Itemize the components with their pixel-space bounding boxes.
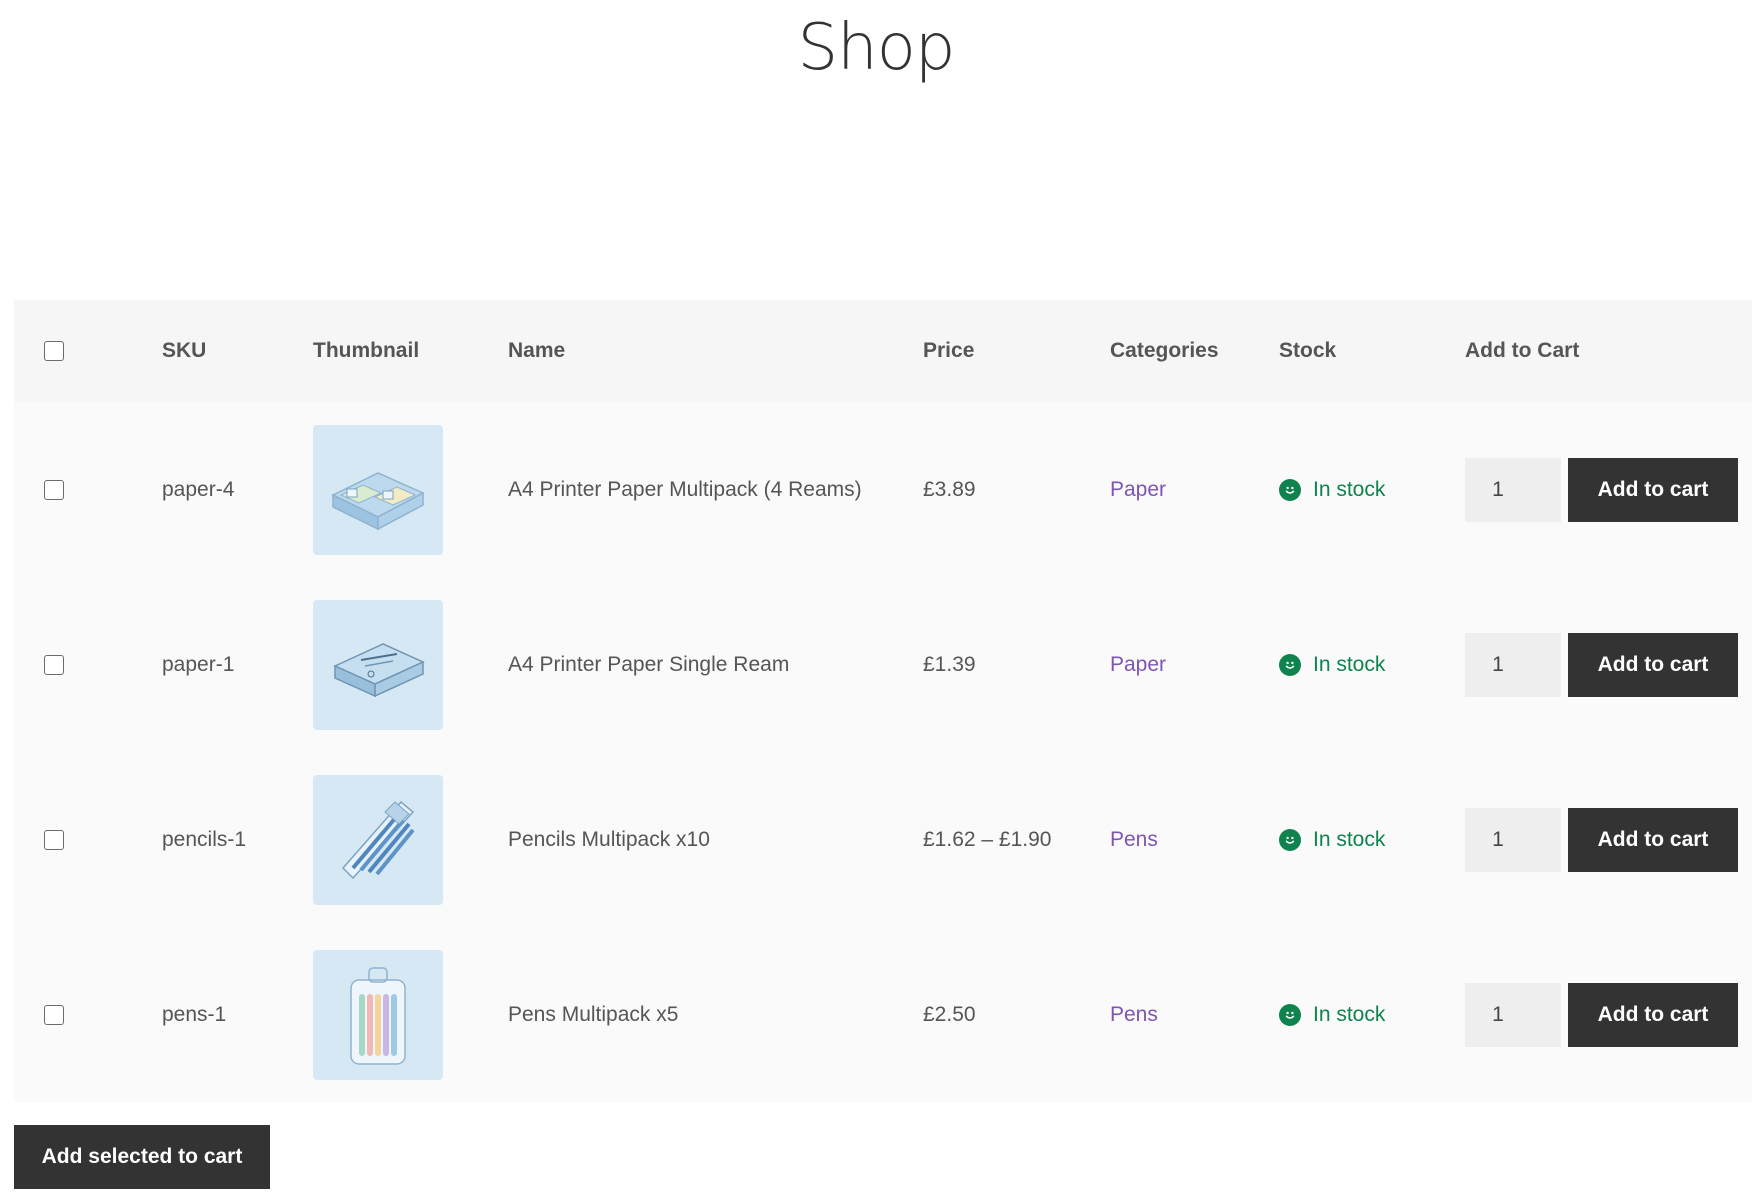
category-link[interactable]: Pens — [1110, 1003, 1158, 1026]
cart-controls: Add to cart — [1465, 632, 1752, 697]
product-thumbnail-cell — [313, 927, 508, 1102]
row-select-cell — [14, 402, 162, 577]
table-header-row: SKU Thumbnail Name Price Categories Stoc… — [14, 300, 1752, 402]
product-table-container: SKU Thumbnail Name Price Categories Stoc… — [14, 300, 1752, 1102]
product-thumbnail-cell — [313, 402, 508, 577]
table-row: paper-4 A4 Printer Paper Multipack (4 Re… — [14, 402, 1752, 577]
pencils-pack-icon[interactable] — [313, 774, 443, 905]
category-link[interactable]: Paper — [1110, 478, 1166, 501]
product-sku: paper-4 — [162, 477, 235, 501]
product-price: £1.39 — [923, 652, 976, 676]
row-select-checkbox[interactable] — [44, 1004, 64, 1025]
row-select-cell — [14, 927, 162, 1102]
add-to-cart-cell: Add to cart — [1465, 402, 1752, 577]
header-price: Price — [923, 339, 975, 362]
table-row: pencils-1 Pencils Multipack x10 £1.62 – … — [14, 752, 1752, 927]
quantity-input[interactable] — [1465, 982, 1561, 1047]
stock-label: In stock — [1313, 652, 1386, 676]
smiley-icon — [1279, 478, 1301, 501]
stock-label: In stock — [1313, 1002, 1386, 1026]
header-sku: SKU — [162, 339, 207, 362]
row-select-cell — [14, 752, 162, 927]
product-sku: paper-1 — [162, 652, 235, 676]
cart-controls: Add to cart — [1465, 807, 1752, 872]
stock-label: In stock — [1313, 477, 1386, 501]
product-stock-cell: In stock — [1279, 402, 1465, 577]
quantity-input[interactable] — [1465, 457, 1561, 522]
product-stock-cell: In stock — [1279, 927, 1465, 1102]
smiley-icon — [1279, 828, 1301, 851]
add-to-cart-cell: Add to cart — [1465, 577, 1752, 752]
smiley-icon — [1279, 1003, 1301, 1026]
header-add-to-cart: Add to Cart — [1465, 339, 1580, 362]
row-select-cell — [14, 577, 162, 752]
product-stock-cell: In stock — [1279, 577, 1465, 752]
page-title: Shop — [797, 11, 956, 85]
product-category-cell: Pens — [1110, 752, 1279, 927]
product-name[interactable]: Pens Multipack x5 — [508, 927, 923, 1102]
stock-status: In stock — [1279, 653, 1465, 677]
table-row: paper-1 A4 Printer Paper Single Ream £1.… — [14, 577, 1752, 752]
product-price: £1.62 – £1.90 — [923, 827, 1052, 851]
product-sku: pencils-1 — [162, 827, 247, 851]
product-thumbnail-cell — [313, 752, 508, 927]
quantity-input[interactable] — [1465, 807, 1561, 872]
add-to-cart-button[interactable]: Add to cart — [1568, 632, 1738, 697]
stock-label: In stock — [1313, 827, 1386, 851]
product-price: £2.50 — [923, 1002, 976, 1026]
quantity-input[interactable] — [1465, 632, 1561, 697]
cart-controls: Add to cart — [1465, 982, 1752, 1047]
header-name: Name — [508, 339, 566, 362]
header-thumbnail: Thumbnail — [313, 339, 420, 362]
add-to-cart-cell: Add to cart — [1465, 752, 1752, 927]
pens-pack-icon[interactable] — [313, 949, 443, 1080]
header-select-cell — [14, 300, 162, 402]
header-categories: Categories — [1110, 339, 1219, 362]
product-category-cell: Paper — [1110, 402, 1279, 577]
product-name[interactable]: A4 Printer Paper Single Ream — [508, 577, 923, 752]
product-category-cell: Paper — [1110, 577, 1279, 752]
smiley-icon — [1279, 653, 1301, 676]
product-sku: pens-1 — [162, 1002, 227, 1026]
product-table: SKU Thumbnail Name Price Categories Stoc… — [14, 300, 1752, 1102]
row-select-checkbox[interactable] — [44, 829, 64, 850]
product-name[interactable]: Pencils Multipack x10 — [508, 752, 923, 927]
category-link[interactable]: Paper — [1110, 653, 1166, 676]
cart-controls: Add to cart — [1465, 457, 1752, 522]
add-to-cart-button[interactable]: Add to cart — [1568, 807, 1738, 872]
add-to-cart-button[interactable]: Add to cart — [1568, 457, 1738, 522]
add-to-cart-cell: Add to cart — [1465, 927, 1752, 1102]
stock-status: In stock — [1279, 1003, 1465, 1027]
product-name[interactable]: A4 Printer Paper Multipack (4 Reams) — [508, 402, 923, 577]
select-all-checkbox[interactable] — [44, 341, 64, 362]
add-to-cart-button[interactable]: Add to cart — [1568, 982, 1738, 1047]
paper-ream-icon[interactable] — [313, 599, 443, 730]
header-stock: Stock — [1279, 339, 1337, 362]
product-stock-cell: In stock — [1279, 752, 1465, 927]
stock-status: In stock — [1279, 478, 1465, 502]
add-selected-to-cart-button[interactable]: Add selected to cart — [14, 1125, 270, 1189]
table-row: pens-1 Pens Multipack x5 £2.50 Pens In s… — [14, 927, 1752, 1102]
stock-status: In stock — [1279, 828, 1465, 852]
paper-multipack-icon[interactable] — [313, 424, 443, 555]
product-thumbnail-cell — [313, 577, 508, 752]
row-select-checkbox[interactable] — [44, 479, 64, 500]
row-select-checkbox[interactable] — [44, 654, 64, 675]
product-category-cell: Pens — [1110, 927, 1279, 1102]
product-price: £3.89 — [923, 477, 976, 501]
category-link[interactable]: Pens — [1110, 828, 1158, 851]
